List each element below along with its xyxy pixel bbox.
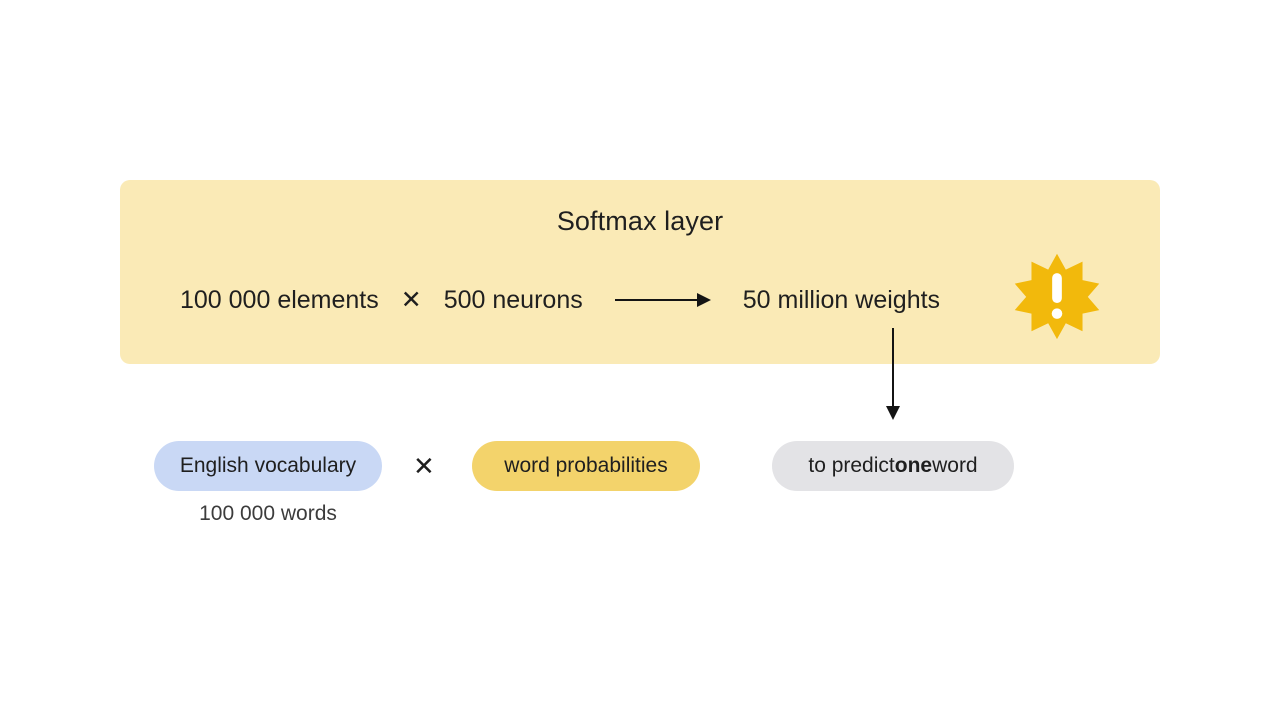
- panel-title: Softmax layer: [556, 206, 724, 236]
- predict-suffix: word: [932, 454, 978, 477]
- arrow-shaft-vertical: [892, 328, 894, 408]
- english-vocabulary-label: English vocabulary: [179, 454, 357, 477]
- elements-term: 100 000 elements: [180, 285, 379, 314]
- softmax-layer-panel: Softmax layer 100 000 elements ✕ 500 neu…: [120, 180, 1160, 364]
- multiply-icon: ✕: [400, 285, 422, 314]
- vocabulary-size-caption: 100 000 words: [199, 502, 337, 525]
- right-arrow-icon: [614, 290, 711, 310]
- english-vocabulary-pill[interactable]: English vocabulary: [154, 441, 382, 491]
- down-arrow-icon: [886, 328, 900, 420]
- predict-one-word-pill[interactable]: to predict one word: [772, 441, 1014, 491]
- arrow-head-vertical: [886, 406, 900, 420]
- warning-burst-icon: [1013, 252, 1101, 340]
- word-probabilities-pill[interactable]: word probabilities: [472, 441, 700, 491]
- word-probabilities-label: word probabilities: [504, 454, 668, 477]
- weights-result-term: 50 million weights: [742, 285, 941, 314]
- weights-equation: 100 000 elements ✕ 500 neurons 50 millio…: [180, 278, 940, 322]
- arrow-head: [696, 293, 711, 307]
- diagram-canvas: Softmax layer 100 000 elements ✕ 500 neu…: [0, 0, 1280, 720]
- predict-prefix: to predict: [808, 454, 895, 477]
- predict-emphasis: one: [894, 454, 933, 477]
- arrow-shaft: [614, 299, 699, 301]
- neurons-term: 500 neurons: [443, 285, 583, 314]
- multiply-icon-bottom: ✕: [413, 451, 435, 481]
